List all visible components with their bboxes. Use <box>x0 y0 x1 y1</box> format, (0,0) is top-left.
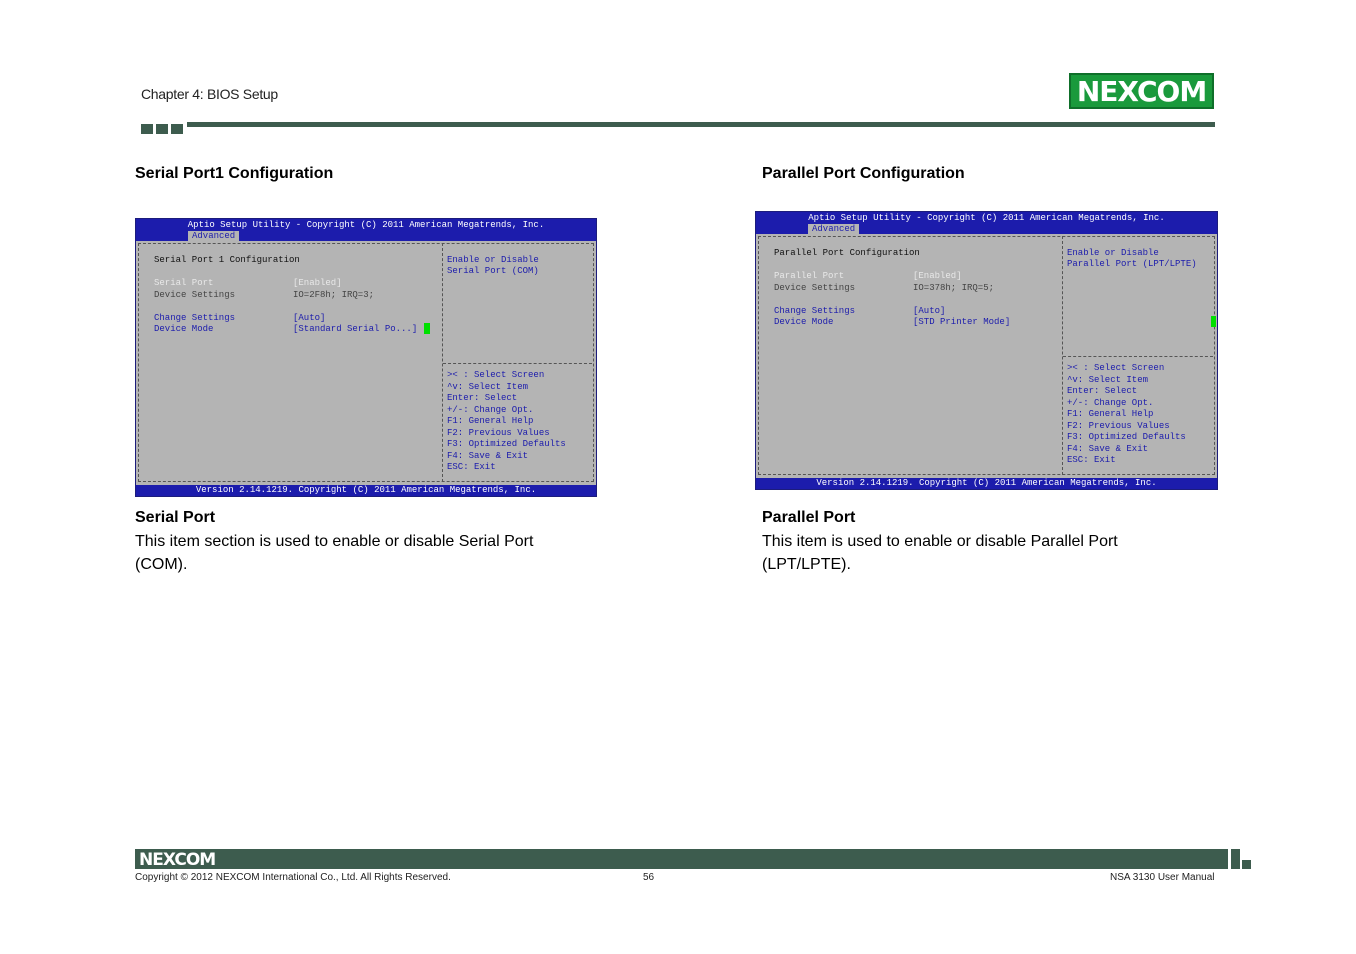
help-line: Parallel Port (LPT/LPTE) <box>1067 259 1197 269</box>
change-settings-label: Change Settings <box>774 306 856 316</box>
device-mode-label: Device Mode <box>774 317 834 327</box>
key-help: +/-: Change Opt. <box>1067 398 1154 408</box>
serial-section-title: Serial Port1 Configuration <box>135 165 334 182</box>
change-settings-value: [Auto] <box>913 306 946 316</box>
serial-port-label: Serial Port <box>154 278 214 288</box>
key-help: F1: General Help <box>1067 409 1154 419</box>
key-help: Enter: Select <box>1067 386 1138 396</box>
key-help: F4: Save & Exit <box>447 451 529 461</box>
key-help: ^v: Select Item <box>1067 375 1149 385</box>
key-help: F1: General Help <box>447 416 534 426</box>
key-help: F3: Optimized Defaults <box>447 439 566 449</box>
device-settings-value: IO=378h; IRQ=5; <box>913 283 995 293</box>
help-line: Enable or Disable <box>447 255 539 265</box>
parallel-port-heading: Parallel Port <box>762 509 856 526</box>
bios-title-bar: Aptio Setup Utility - Copyright (C) 2011… <box>756 212 1217 234</box>
key-help: +/-: Change Opt. <box>447 405 534 415</box>
change-settings-value: [Auto] <box>293 313 326 323</box>
tab-advanced: Advanced <box>808 224 860 234</box>
bios-title-bar: Aptio Setup Utility - Copyright (C) 2011… <box>136 219 596 241</box>
serial-bios-screenshot: Aptio Setup Utility - Copyright (C) 2011… <box>135 218 597 497</box>
key-help: F2: Previous Values <box>1067 421 1170 431</box>
help-line: Serial Port (COM) <box>447 266 539 276</box>
footer-copyright: Copyright © 2012 NEXCOM International Co… <box>135 872 451 883</box>
bios-footer: Version 2.14.1219. Copyright (C) 2011 Am… <box>756 478 1217 489</box>
key-help: >< : Select Screen <box>1067 363 1165 373</box>
device-settings-label: Device Settings <box>154 290 236 300</box>
key-help: F3: Optimized Defaults <box>1067 432 1186 442</box>
footer-logo: NEXCOM <box>139 850 216 870</box>
bios-heading: Serial Port 1 Configuration <box>154 255 300 265</box>
footer-bar <box>135 849 1228 869</box>
key-help: F2: Previous Values <box>447 428 550 438</box>
key-help: >< : Select Screen <box>447 370 545 380</box>
parallel-port-value: [Enabled] <box>913 271 962 281</box>
parallel-bios-screenshot: Aptio Setup Utility - Copyright (C) 2011… <box>755 211 1218 490</box>
bios-footer: Version 2.14.1219. Copyright (C) 2011 Am… <box>136 485 596 496</box>
key-help: ESC: Exit <box>447 462 496 472</box>
cursor-block <box>1211 316 1216 327</box>
key-help: ^v: Select Item <box>447 382 529 392</box>
header-rule <box>187 122 1215 127</box>
bios-heading: Parallel Port Configuration <box>774 248 920 258</box>
device-settings-label: Device Settings <box>774 283 856 293</box>
header-blocks <box>141 124 183 134</box>
change-settings-label: Change Settings <box>154 313 236 323</box>
footer-mark <box>1231 849 1240 869</box>
parallel-port-description: This item is used to enable or disable P… <box>762 533 1118 573</box>
device-mode-label: Device Mode <box>154 324 214 334</box>
tab-advanced: Advanced <box>188 231 240 241</box>
parallel-section-title: Parallel Port Configuration <box>762 165 965 182</box>
parallel-port-label: Parallel Port <box>774 271 845 281</box>
device-mode-value: [Standard Serial Po...] <box>293 324 418 334</box>
device-mode-value: [STD Printer Mode] <box>913 317 1011 327</box>
key-help: F4: Save & Exit <box>1067 444 1149 454</box>
device-settings-value: IO=2F8h; IRQ=3; <box>293 290 375 300</box>
serial-port-description: This item section is used to enable or d… <box>135 533 534 573</box>
key-help: Enter: Select <box>447 393 518 403</box>
key-help: ESC: Exit <box>1067 455 1116 465</box>
help-line: Enable or Disable <box>1067 248 1159 258</box>
chapter-title: Chapter 4: BIOS Setup <box>141 86 278 102</box>
footer-mark <box>1242 860 1251 869</box>
nexcom-logo: NEXCOM <box>1069 73 1214 109</box>
cursor-block <box>424 323 430 334</box>
page-number: 56 <box>643 872 655 883</box>
serial-port-value: [Enabled] <box>293 278 342 288</box>
manual-name: NSA 3130 User Manual <box>1110 872 1215 883</box>
serial-port-heading: Serial Port <box>135 509 216 526</box>
